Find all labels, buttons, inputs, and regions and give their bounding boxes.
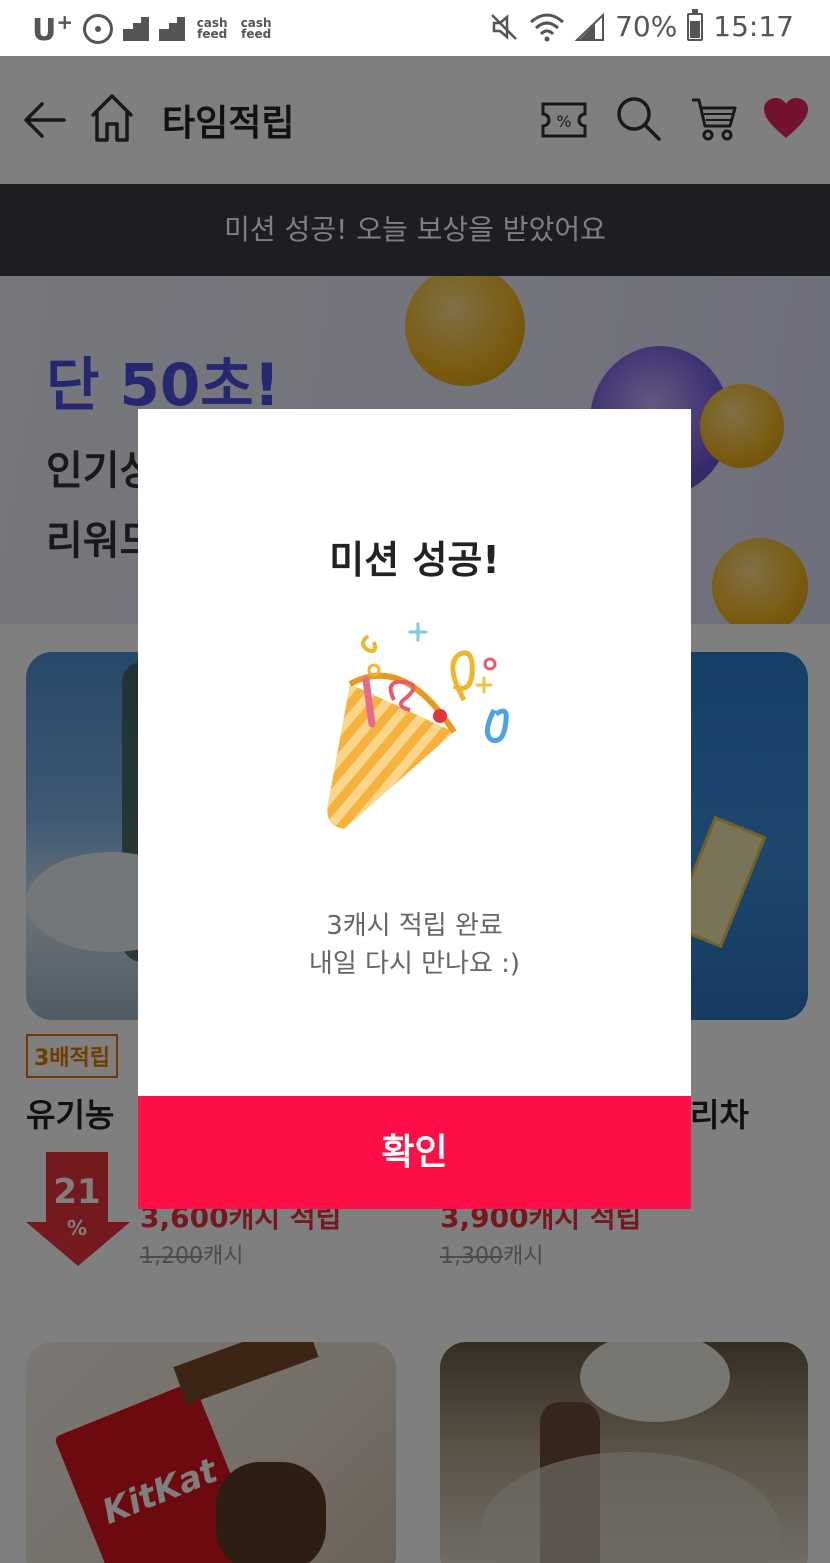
dialog-message: 3캐시 적립 완료 bbox=[326, 911, 503, 941]
mute-icon bbox=[491, 13, 517, 40]
party-popper-icon bbox=[327, 622, 509, 829]
confirm-button[interactable]: 확인 bbox=[138, 1096, 691, 1209]
dialog-title: 미션 성공! bbox=[329, 538, 500, 582]
battery-percent: 70% bbox=[615, 10, 678, 43]
signal-icon bbox=[575, 12, 605, 41]
battery-icon bbox=[687, 8, 704, 41]
wifi-icon bbox=[530, 13, 565, 41]
stairs-icon bbox=[159, 17, 186, 41]
cashfeed-icon: cash feed bbox=[240, 16, 272, 41]
status-right: 70% 15:17 bbox=[489, 8, 794, 43]
status-left: U+ cash feed cash feed bbox=[32, 10, 273, 48]
carrier-label: U+ bbox=[32, 10, 74, 48]
fan-icon bbox=[83, 14, 114, 44]
stairs-icon bbox=[123, 17, 150, 41]
mission-success-dialog: 미션 성공! 3캐시 적립 완료 내일 다시 만나요 :) 확인 bbox=[138, 409, 691, 1209]
cashfeed-icon: cash feed bbox=[196, 16, 228, 41]
clock-time: 15:17 bbox=[713, 10, 794, 43]
dialog-message: 내일 다시 만나요 :) bbox=[308, 949, 521, 979]
status-bar: U+ cash feed cash feed 70% 15:17 bbox=[0, 0, 830, 56]
